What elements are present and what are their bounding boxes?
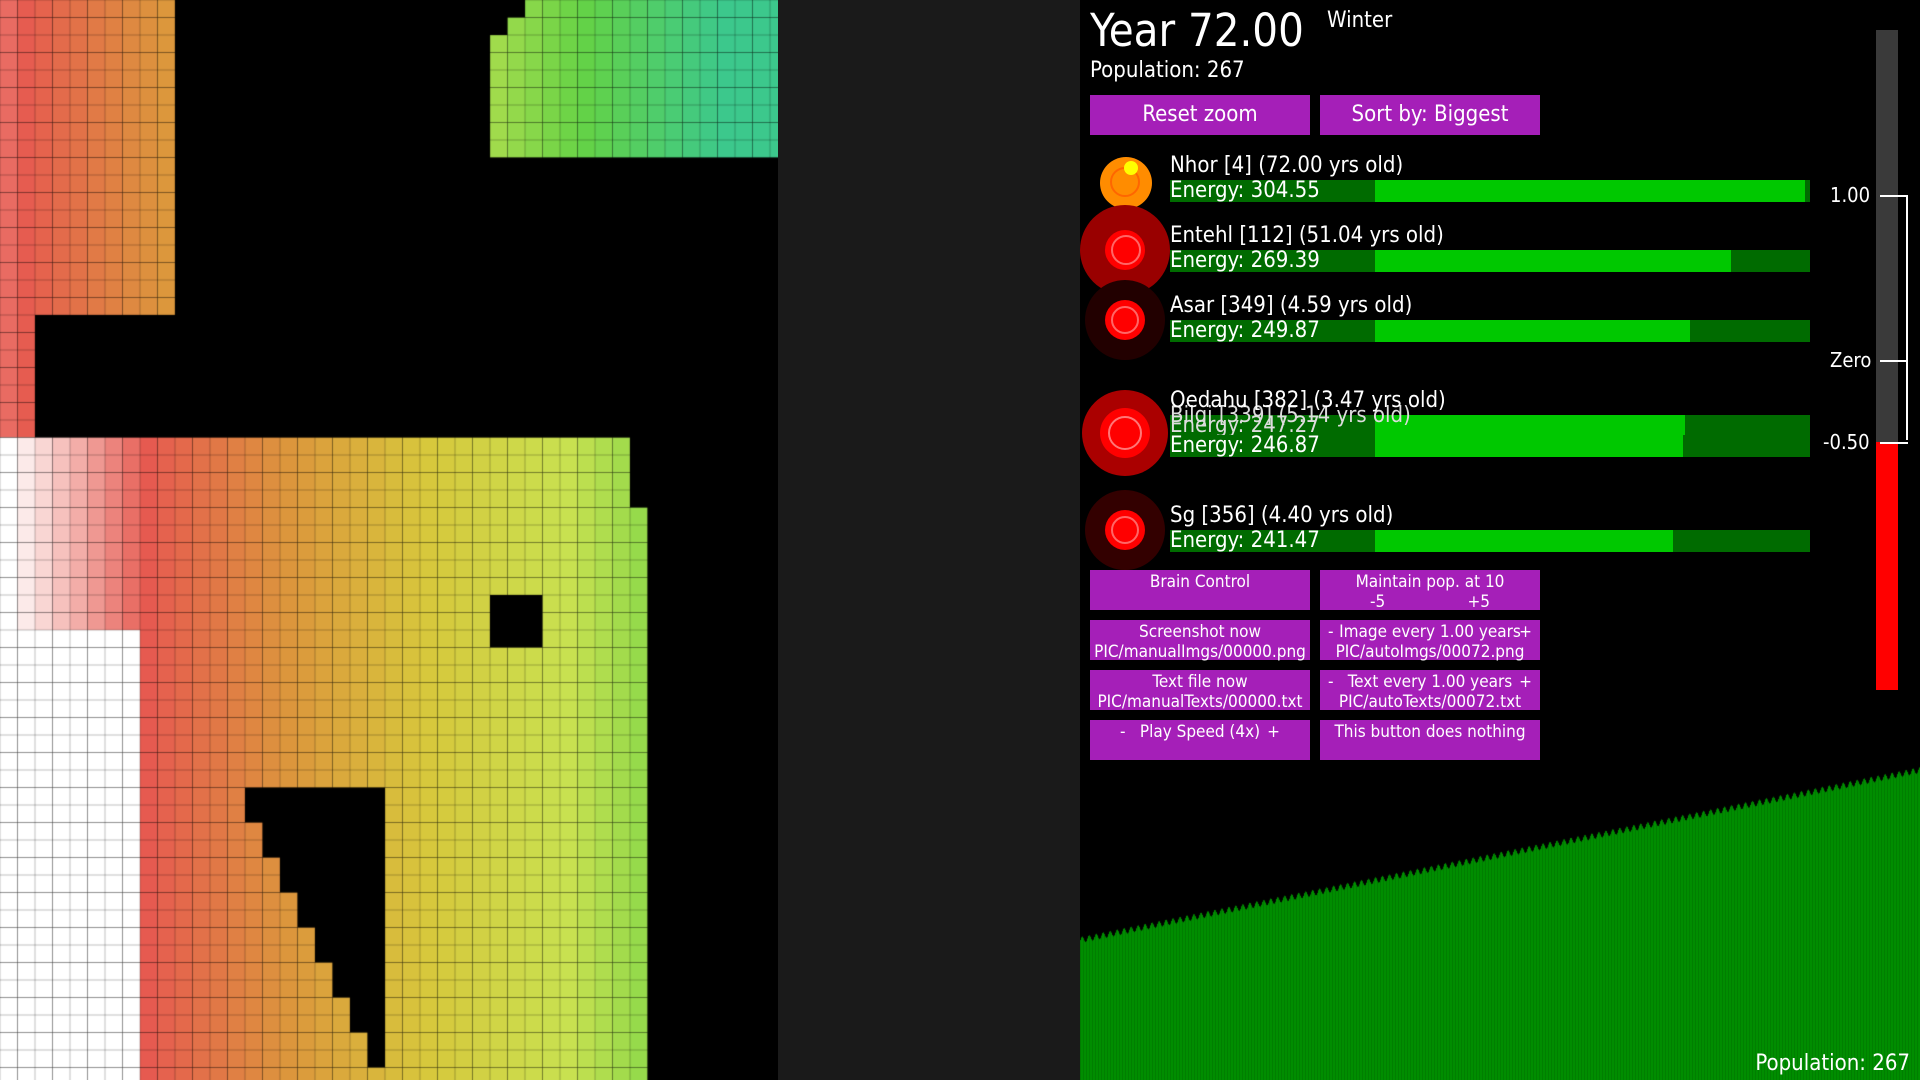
population-history-graph (1080, 760, 1920, 1080)
sort-by-button[interactable]: Sort by: Biggest (1320, 95, 1540, 135)
meter-tick (1880, 442, 1908, 444)
world-map[interactable] (0, 0, 778, 1080)
energy-bar (1375, 530, 1673, 552)
brain-control-label: Brain Control (1149, 572, 1251, 592)
text-every-path: PIC/autoTexts/00072.txt (1338, 692, 1522, 712)
text-every-button[interactable]: - + Text every 1.00 years PIC/autoTexts/… (1320, 670, 1540, 712)
creature-ring (1111, 516, 1139, 544)
creature-ring (1111, 306, 1139, 334)
maintain-pop-plus[interactable]: +5 (1467, 592, 1490, 612)
maintain-pop-button[interactable]: Maintain pop. at 10 -5 +5 (1320, 570, 1540, 612)
play-speed-button[interactable]: - + Play Speed (4x) (1090, 720, 1310, 760)
year-display: Year 72.00 (1090, 4, 1304, 57)
text-file-label: Text file now (1152, 672, 1248, 692)
creature-name[interactable]: Entehl [112] (51.04 yrs old) (1170, 223, 1444, 248)
meter-tick (1880, 195, 1908, 197)
creature-name[interactable]: Oedahu [382] (3.47 yrs old) (1170, 388, 1446, 413)
text-every-minus[interactable]: - (1328, 672, 1334, 692)
creature-name[interactable]: Asar [349] (4.59 yrs old) (1170, 293, 1412, 318)
play-speed-plus[interactable]: + (1267, 722, 1280, 742)
brain-control-button[interactable]: Brain Control (1090, 570, 1310, 610)
energy-bar (1375, 180, 1805, 202)
energy-bar (1375, 415, 1685, 437)
image-every-path: PIC/autoImgs/00072.png (1335, 642, 1525, 662)
creature-avatar[interactable] (1082, 390, 1168, 476)
meter-top-label: 1.00 (1830, 183, 1871, 207)
maintain-pop-minus[interactable]: -5 (1370, 592, 1385, 612)
energy-bar (1375, 250, 1731, 272)
reset-zoom-button[interactable]: Reset zoom (1090, 95, 1310, 135)
screenshot-path: PIC/manualImgs/00000.png (1094, 642, 1306, 662)
screenshot-label: Screenshot now (1139, 622, 1261, 642)
energy-bar (1375, 320, 1690, 342)
footer-population-label: Population: 267 (1755, 1051, 1910, 1076)
nothing-button[interactable]: This button does nothing (1320, 720, 1540, 760)
creature-ring (1108, 416, 1142, 450)
creature-avatar[interactable] (1085, 490, 1165, 570)
creature-mouth (1124, 161, 1138, 175)
play-speed-minus[interactable]: - (1120, 722, 1126, 742)
creature-ring (1111, 235, 1141, 265)
image-every-minus[interactable]: - (1328, 622, 1334, 642)
value-meter-fill (1876, 442, 1898, 690)
screenshot-button[interactable]: Screenshot now PIC/manualImgs/00000.png (1090, 620, 1310, 662)
text-file-button[interactable]: Text file now PIC/manualTexts/00000.txt (1090, 670, 1310, 712)
meter-zero-label: Zero (1830, 348, 1872, 372)
energy-label: Energy: 246.87 (1170, 433, 1320, 458)
population-label: Population: 267 (1090, 58, 1245, 83)
maintain-pop-label: Maintain pop. at 10 (1355, 572, 1505, 592)
creature-avatar[interactable] (1100, 157, 1152, 209)
creature-name[interactable]: Sg [356] (4.40 yrs old) (1170, 503, 1393, 528)
creature-name[interactable]: Nhor [4] (72.00 yrs old) (1170, 153, 1403, 178)
creature-avatar[interactable] (1085, 280, 1165, 360)
energy-label: Energy: 269.39 (1170, 248, 1320, 273)
image-every-button[interactable]: - + Image every 1.00 years PIC/autoImgs/… (1320, 620, 1540, 662)
energy-label: Energy: 249.87 (1170, 318, 1320, 343)
energy-bar (1375, 435, 1683, 457)
image-every-plus[interactable]: + (1519, 622, 1532, 642)
nothing-label: This button does nothing (1334, 722, 1526, 742)
meter-bottom-label: -0.50 (1823, 430, 1870, 454)
map-margin (778, 0, 1080, 1080)
text-file-path: PIC/manualTexts/00000.txt (1097, 692, 1303, 712)
meter-tick (1880, 360, 1908, 362)
text-every-plus[interactable]: + (1519, 672, 1532, 692)
text-every-label: Text every 1.00 years (1347, 672, 1513, 692)
image-every-label: Image every 1.00 years (1339, 622, 1521, 642)
energy-label: Energy: 241.47 (1170, 528, 1320, 553)
meter-bracket (1906, 195, 1908, 440)
season-label: Winter (1327, 8, 1393, 33)
energy-label: Energy: 304.55 (1170, 178, 1320, 203)
